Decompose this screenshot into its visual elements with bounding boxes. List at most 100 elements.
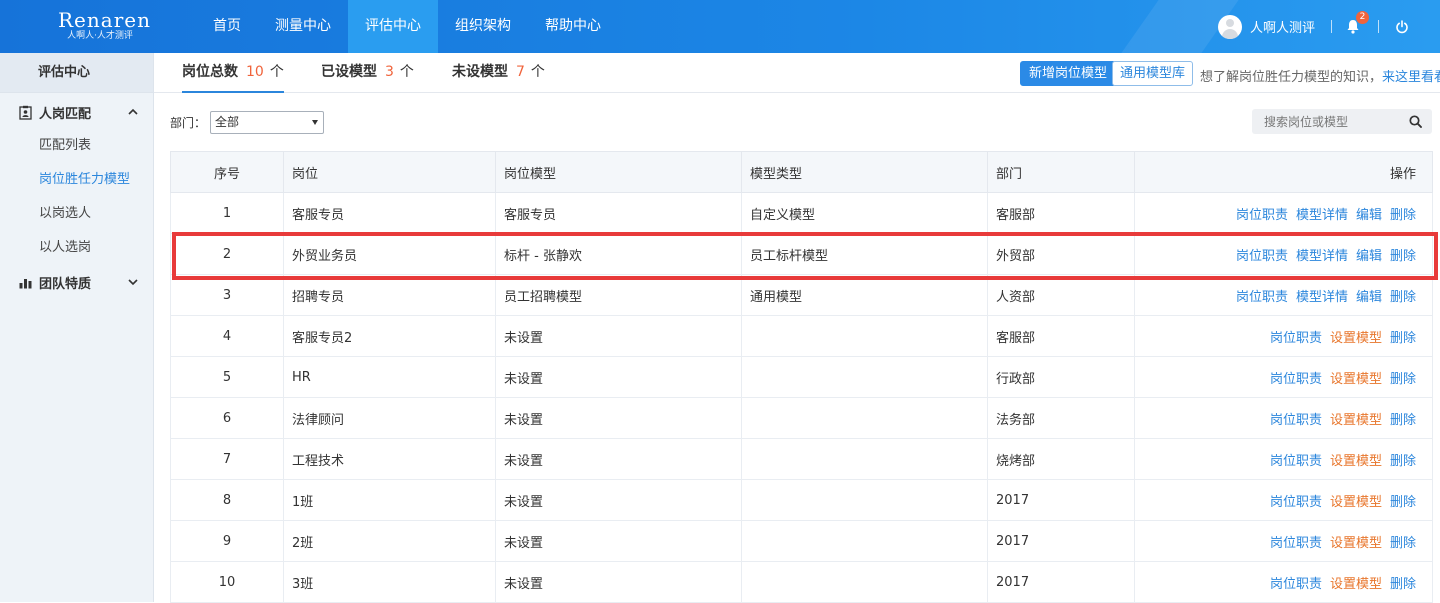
sidebar-item-match-list[interactable]: 匹配列表 <box>0 129 153 163</box>
post-duties-link[interactable]: 岗位职责 <box>1270 454 1322 469</box>
bell-icon[interactable]: 2 <box>1346 10 1370 35</box>
set-model-link[interactable]: 设置模型 <box>1330 495 1382 510</box>
sidebar-group-team-traits[interactable]: 团队特质 <box>0 265 153 299</box>
user-avatar-icon[interactable] <box>1218 14 1242 39</box>
divider <box>1378 20 1380 33</box>
model-details-link[interactable]: 模型详情 <box>1296 290 1348 305</box>
chevron-down-icon[interactable] <box>127 276 139 288</box>
main-content: 岗位总数 10 个 已设模型 3 个 未设模型 7 个 新增岗位模型 通用模型库 想了解岗位… <box>154 53 1440 603</box>
sidebar: 评估中心 人岗匹配 匹配列表 岗位胜任力模型 以岗选人 以人选岗 团队特质 <box>0 53 154 602</box>
cell-index: 4 <box>170 315 284 357</box>
delete-link[interactable]: 删除 <box>1390 290 1416 305</box>
cell-actions: 岗位职责 设置模型 删除 <box>1134 479 1433 521</box>
delete-link[interactable]: 删除 <box>1390 208 1416 223</box>
table-row: 6 法律顾问 未设置 法务部 岗位职责 设置模型 删除 <box>170 397 1433 439</box>
delete-link[interactable]: 删除 <box>1390 454 1416 469</box>
chevron-up-icon[interactable] <box>127 106 139 118</box>
tab-models-unset[interactable]: 未设模型 7 个 <box>452 53 545 93</box>
cell-post: 法律顾问 <box>283 397 496 439</box>
cell-model: 客服专员 <box>495 192 742 234</box>
cell-index: 6 <box>170 397 284 439</box>
set-model-link[interactable]: 设置模型 <box>1330 577 1382 592</box>
set-model-link[interactable]: 设置模型 <box>1330 372 1382 387</box>
delete-link[interactable]: 删除 <box>1390 331 1416 346</box>
model-details-link[interactable]: 模型详情 <box>1296 249 1348 264</box>
post-duties-link[interactable]: 岗位职责 <box>1236 208 1288 223</box>
sidebar-item-select-by-post[interactable]: 以岗选人 <box>0 197 153 231</box>
post-duties-link[interactable]: 岗位职责 <box>1270 495 1322 510</box>
cell-index: 8 <box>170 479 284 521</box>
nav-measurement-center[interactable]: 测量中心 <box>258 0 348 53</box>
nav-org-structure[interactable]: 组织架构 <box>438 0 528 53</box>
set-model-link[interactable]: 设置模型 <box>1330 331 1382 346</box>
cell-index: 10 <box>170 561 284 603</box>
cell-post: 客服专员2 <box>283 315 496 357</box>
table-row: 9 2班 未设置 2017 岗位职责 设置模型 删除 <box>170 520 1433 562</box>
add-post-model-button[interactable]: 新增岗位模型 <box>1020 61 1117 86</box>
post-duties-link[interactable]: 岗位职责 <box>1270 536 1322 551</box>
hint-link[interactable]: 来这里看看 <box>1382 70 1440 85</box>
edit-link[interactable]: 编辑 <box>1356 208 1382 223</box>
cell-model-type: 自定义模型 <box>741 192 988 234</box>
delete-link[interactable]: 删除 <box>1390 372 1416 387</box>
nav-assessment-center[interactable]: 评估中心 <box>348 0 438 53</box>
edit-link[interactable]: 编辑 <box>1356 249 1382 264</box>
table-body: 1 客服专员 客服专员 自定义模型 客服部 岗位职责 模型详情 编辑 删除 2 外贸业务员 标杆 - … <box>170 192 1433 603</box>
cell-index: 2 <box>170 233 284 275</box>
cell-model-type: 员工标杆模型 <box>741 233 988 275</box>
tab-total-posts[interactable]: 岗位总数 10 个 <box>182 53 284 93</box>
department-select[interactable]: 全部 <box>210 111 325 134</box>
sidebar-group-person-post-match[interactable]: 人岗匹配 <box>0 95 153 129</box>
set-model-link[interactable]: 设置模型 <box>1330 413 1382 428</box>
post-duties-link[interactable]: 岗位职责 <box>1270 372 1322 387</box>
search-input[interactable] <box>1252 109 1402 134</box>
model-details-link[interactable]: 模型详情 <box>1296 208 1348 223</box>
delete-link[interactable]: 删除 <box>1390 495 1416 510</box>
cell-post: 招聘专员 <box>283 274 496 316</box>
table-row: 10 3班 未设置 2017 岗位职责 设置模型 删除 <box>170 561 1433 603</box>
logo[interactable]: Renaren 人啊人·人才测评 <box>58 8 151 42</box>
bar-chart-icon <box>19 278 32 288</box>
cell-department: 客服部 <box>987 315 1135 357</box>
post-duties-link[interactable]: 岗位职责 <box>1236 290 1288 305</box>
delete-link[interactable]: 删除 <box>1390 249 1416 264</box>
post-duties-link[interactable]: 岗位职责 <box>1270 577 1322 592</box>
tab-models-set[interactable]: 已设模型 3 个 <box>321 53 414 93</box>
user-name[interactable]: 人啊人测评 <box>1250 17 1315 36</box>
table-row: 7 工程技术 未设置 烧烤部 岗位职责 设置模型 删除 <box>170 438 1433 480</box>
tab-label: 岗位总数 <box>182 64 238 80</box>
header-post: 岗位 <box>283 151 496 193</box>
set-model-link[interactable]: 设置模型 <box>1330 454 1382 469</box>
sidebar-title: 评估中心 <box>0 53 153 93</box>
delete-link[interactable]: 删除 <box>1390 413 1416 428</box>
model-library-button[interactable]: 通用模型库 <box>1112 61 1194 86</box>
logo-subtitle: 人啊人·人才测评 <box>67 31 133 41</box>
search-icon[interactable] <box>1409 115 1422 128</box>
post-duties-link[interactable]: 岗位职责 <box>1270 413 1322 428</box>
cell-post: 1班 <box>283 479 496 521</box>
logo-text: Renaren <box>58 8 151 32</box>
user-area: 人啊人测评 2 <box>1180 0 1440 53</box>
set-model-link[interactable]: 设置模型 <box>1330 536 1382 551</box>
cell-post: 3班 <box>283 561 496 603</box>
sidebar-group-label: 人岗匹配 <box>39 106 92 122</box>
delete-link[interactable]: 删除 <box>1390 577 1416 592</box>
nav-home[interactable]: 首页 <box>196 0 258 53</box>
sidebar-item-select-by-person[interactable]: 以人选岗 <box>0 231 153 265</box>
delete-link[interactable]: 删除 <box>1390 536 1416 551</box>
cell-department: 外贸部 <box>987 233 1135 275</box>
sidebar-item-competency-model[interactable]: 岗位胜任力模型 <box>0 163 153 197</box>
edit-link[interactable]: 编辑 <box>1356 290 1382 305</box>
post-duties-link[interactable]: 岗位职责 <box>1270 331 1322 346</box>
cell-department: 行政部 <box>987 356 1135 398</box>
cell-model: 未设置 <box>495 561 742 603</box>
post-duties-link[interactable]: 岗位职责 <box>1236 249 1288 264</box>
nav-help-center[interactable]: 帮助中心 <box>528 0 618 53</box>
table-row: 2 外贸业务员 标杆 - 张静欢 员工标杆模型 外贸部 岗位职责 模型详情 编辑 删除 <box>170 233 1433 275</box>
tab-unit: 个 <box>399 64 414 80</box>
power-icon[interactable] <box>1395 19 1409 34</box>
cell-actions: 岗位职责 设置模型 删除 <box>1134 520 1433 562</box>
cell-post: 外贸业务员 <box>283 233 496 275</box>
cell-actions: 岗位职责 设置模型 删除 <box>1134 356 1433 398</box>
table-row: 5 HR 未设置 行政部 岗位职责 设置模型 删除 <box>170 356 1433 398</box>
